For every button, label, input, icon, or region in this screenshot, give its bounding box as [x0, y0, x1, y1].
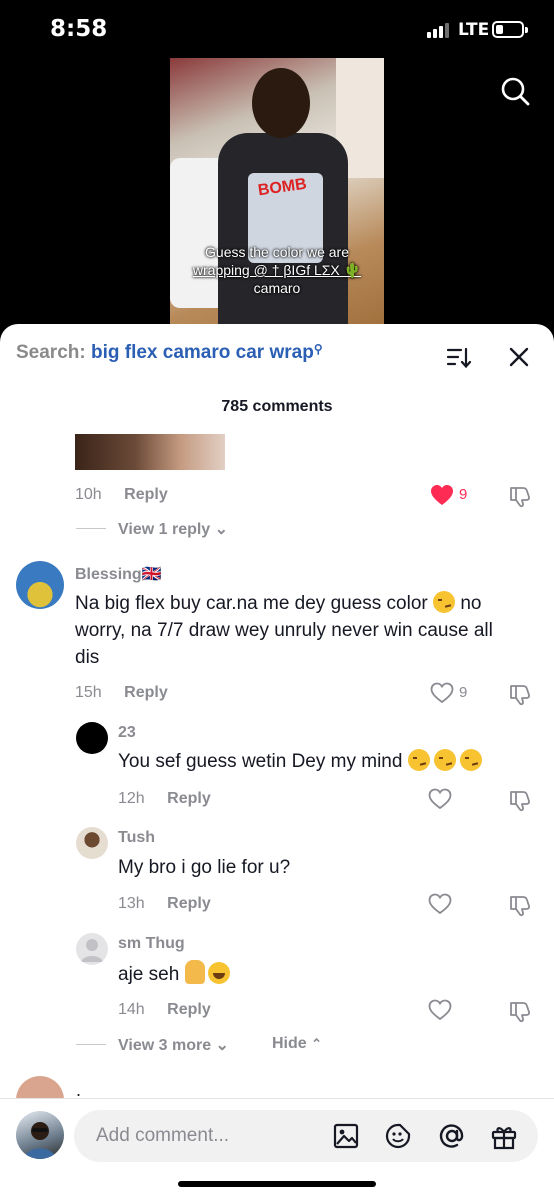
status-time: 8:58 — [50, 16, 108, 42]
user-avatar[interactable] — [16, 1111, 64, 1159]
reply-meta: 13h Reply — [118, 895, 211, 913]
comment-text: Na big flex buy car.na me dey guess colo… — [75, 590, 545, 671]
smirk-emoji-icon — [407, 749, 430, 771]
divider — [76, 1044, 106, 1045]
like-count: 9 — [459, 684, 468, 701]
reply-button[interactable]: Reply — [124, 486, 168, 503]
shirt-print: BOMB — [256, 175, 308, 200]
video-caption: Guess the color we are wrapping @ † βIGf… — [170, 243, 384, 297]
reply-text: My bro i go lie for u? — [118, 857, 291, 878]
comment-text-line: dis — [75, 647, 100, 668]
search-icon[interactable] — [500, 76, 530, 106]
avatar[interactable] — [76, 722, 108, 754]
search-query-link[interactable]: big flex camaro car wrap — [91, 342, 314, 363]
search-label: Search: — [16, 342, 86, 363]
reply-text-line: aje seh — [118, 964, 180, 985]
network-label: LTE — [458, 20, 490, 40]
search-header: Search: big flex camaro car wrap⚲ — [16, 342, 323, 364]
dislike-icon[interactable] — [508, 999, 532, 1028]
heart-icon[interactable] — [428, 788, 452, 815]
reply-username[interactable]: Tush — [118, 829, 155, 847]
comment-time: 10h — [75, 486, 102, 503]
reply-text-line: You sef guess wetin Dey my mind — [118, 751, 403, 772]
comment-input[interactable]: Add comment... — [74, 1110, 538, 1162]
avatar[interactable] — [76, 827, 108, 859]
dislike-icon[interactable] — [508, 682, 532, 711]
hide-link[interactable]: Hide ⌃ — [272, 1035, 322, 1053]
comment-placeholder: Add comment... — [96, 1125, 230, 1146]
video-thumbnail[interactable]: BOMB Guess the color we are wrapping @ †… — [170, 58, 384, 328]
signal-icon — [427, 22, 451, 38]
reply-button[interactable]: Reply — [167, 1001, 211, 1018]
comment-count: 785 comments — [221, 398, 333, 415]
reply-text: aje seh — [118, 960, 230, 988]
smirk-emoji-icon — [459, 749, 482, 771]
reply-button[interactable]: Reply — [167, 790, 211, 807]
caption-line: Guess the color we are — [205, 244, 349, 260]
close-icon[interactable] — [508, 346, 530, 373]
reply-time: 14h — [118, 1001, 145, 1018]
caption-line: camaro — [253, 280, 301, 296]
sticker-icon[interactable] — [384, 1122, 412, 1155]
comment-time: 15h — [75, 684, 102, 701]
caption-line: wrapping @ † βIGf LΣX 🌵 — [192, 262, 362, 278]
chevron-down-icon: ⌄ — [214, 521, 229, 538]
comment-text-line: Na big flex buy car.na me dey guess colo… — [75, 593, 428, 614]
mention-icon[interactable] — [438, 1122, 466, 1155]
like-count: 9 — [459, 486, 468, 503]
comment-username[interactable]: Blessing🇬🇧 — [75, 564, 162, 584]
avatar[interactable] — [76, 933, 108, 965]
reply-button[interactable]: Reply — [124, 684, 168, 701]
joy-emoji-icon — [207, 962, 230, 984]
dislike-icon[interactable] — [508, 893, 532, 922]
smirk-emoji-icon — [433, 591, 456, 613]
heart-icon[interactable] — [430, 682, 454, 709]
comment-meta: 15h Reply — [75, 684, 168, 702]
smirk-emoji-icon — [433, 749, 456, 771]
home-indicator — [178, 1181, 376, 1187]
reply-username[interactable]: sm Thug — [118, 935, 185, 953]
pray-emoji-icon — [184, 960, 205, 984]
search-query-icon: ⚲ — [313, 342, 323, 356]
comment-image[interactable] — [75, 434, 225, 470]
comment-meta: 10h Reply — [75, 486, 168, 504]
reply-time: 12h — [118, 790, 145, 807]
heart-icon[interactable] — [428, 999, 452, 1026]
hide-label: Hide — [272, 1035, 307, 1052]
reply-meta: 12h Reply — [118, 790, 211, 808]
battery-icon — [492, 21, 528, 38]
view-replies-label: View 1 reply — [118, 521, 211, 538]
reply-button[interactable]: Reply — [167, 895, 211, 912]
comment-composer: Add comment... — [0, 1098, 554, 1200]
gift-icon[interactable] — [490, 1122, 518, 1155]
divider — [76, 528, 106, 529]
heart-icon[interactable] — [428, 893, 452, 920]
comment-text-line: worry, na 7/7 draw wey unruly never win … — [75, 620, 493, 641]
chevron-down-icon: ⌄ — [215, 1037, 229, 1054]
reply-meta: 14h Reply — [118, 1001, 211, 1019]
reply-username[interactable]: 23 — [118, 724, 136, 742]
view-replies-link[interactable]: View 1 reply ⌄ — [118, 519, 228, 539]
comment-text-tail: no — [460, 593, 482, 614]
reply-time: 13h — [118, 895, 145, 912]
avatar[interactable] — [16, 561, 64, 609]
view-more-link[interactable]: View 3 more ⌄ — [118, 1035, 229, 1055]
heart-icon[interactable] — [430, 484, 454, 511]
dislike-icon[interactable] — [508, 484, 532, 513]
status-bar: 8:58 LTE — [0, 0, 554, 60]
view-more-label: View 3 more — [118, 1037, 212, 1054]
comments-sheet: Search: big flex camaro car wrap⚲ 785 co… — [0, 324, 554, 1200]
sort-icon[interactable] — [446, 346, 472, 375]
dislike-icon[interactable] — [508, 788, 532, 817]
image-icon[interactable] — [332, 1122, 360, 1155]
reply-text: You sef guess wetin Dey my mind — [118, 748, 482, 775]
chevron-up-icon: ⌃ — [311, 1036, 323, 1051]
